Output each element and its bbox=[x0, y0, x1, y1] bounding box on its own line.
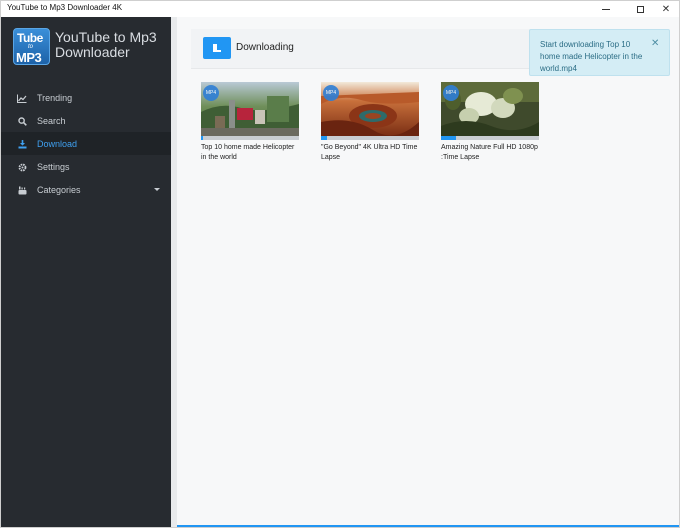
trending-icon bbox=[17, 93, 27, 103]
video-thumbnail[interactable]: MP4 bbox=[441, 82, 539, 136]
video-title: "Go Beyond" 4K Ultra HD Time Lapse bbox=[321, 144, 418, 161]
sidebar-item-settings[interactable]: Settings bbox=[1, 155, 171, 178]
download-card[interactable]: MP4 Top 10 home made Helicopter in the w… bbox=[201, 82, 299, 163]
download-icon bbox=[17, 139, 27, 149]
app-name: YouTube to Mp3 Downloader bbox=[55, 29, 157, 60]
progress-fill bbox=[321, 136, 327, 140]
gear-icon bbox=[17, 162, 27, 172]
logo-text: MP3 bbox=[16, 50, 42, 65]
minimize-button[interactable] bbox=[591, 1, 621, 17]
bottom-accent-line bbox=[177, 525, 679, 527]
sidebar-item-label: Download bbox=[37, 139, 78, 149]
sidebar-item-search[interactable]: Search bbox=[1, 109, 171, 132]
download-card[interactable]: MP4 Amazing Nature Full HD 1080p :Time L… bbox=[441, 82, 539, 163]
sidebar-item-label: Trending bbox=[37, 93, 73, 103]
progress-fill bbox=[201, 136, 203, 140]
app-logo: Tube to MP3 bbox=[13, 28, 50, 65]
minimize-icon bbox=[602, 8, 610, 10]
sidebar-item-download[interactable]: Download bbox=[1, 132, 171, 155]
sidebar-item-label: Search bbox=[37, 116, 66, 126]
download-progress-bar bbox=[321, 136, 419, 140]
video-thumbnail[interactable]: MP4 bbox=[201, 82, 299, 136]
close-button[interactable]: ✕ bbox=[651, 1, 680, 17]
download-list-icon bbox=[203, 37, 231, 59]
sidebar-item-label: Settings bbox=[37, 162, 70, 172]
toast-message: Start downloading Top 10 home made Helic… bbox=[540, 40, 643, 73]
format-badge: MP4 bbox=[323, 85, 339, 101]
download-progress-bar bbox=[201, 136, 299, 140]
main-content: Downloading MP4 Top 10 home made Helicop… bbox=[177, 17, 679, 527]
page-title: Downloading bbox=[236, 42, 294, 53]
title-bar: YouTube to Mp3 Downloader 4K ✕ bbox=[1, 1, 679, 17]
progress-fill bbox=[441, 136, 456, 140]
search-icon bbox=[17, 116, 27, 126]
video-thumbnail[interactable]: MP4 bbox=[321, 82, 419, 136]
window-title: YouTube to Mp3 Downloader 4K bbox=[7, 3, 123, 12]
format-badge: MP4 bbox=[443, 85, 459, 101]
download-progress-bar bbox=[441, 136, 539, 140]
youtube-icon bbox=[17, 185, 27, 195]
format-badge: MP4 bbox=[203, 85, 219, 101]
notification-toast: Start downloading Top 10 home made Helic… bbox=[529, 29, 670, 76]
video-title: Top 10 home made Helicopter in the world bbox=[201, 144, 295, 161]
sidebar-item-label: Categories bbox=[37, 185, 81, 195]
download-card[interactable]: MP4 "Go Beyond" 4K Ultra HD Time Lapse bbox=[321, 82, 419, 163]
logo-text: Tube bbox=[17, 31, 43, 45]
close-icon[interactable]: ✕ bbox=[651, 38, 659, 49]
app-window: YouTube to Mp3 Downloader 4K ✕ Tube to M… bbox=[0, 0, 680, 528]
sidebar-item-categories[interactable]: Categories bbox=[1, 178, 171, 201]
maximize-icon bbox=[636, 5, 644, 13]
chevron-down-icon bbox=[154, 188, 160, 191]
video-title: Amazing Nature Full HD 1080p :Time Lapse bbox=[441, 144, 538, 161]
sidebar-nav: Trending Search Download Settings Catego… bbox=[1, 86, 171, 201]
sidebar: Tube to MP3 YouTube to Mp3 Downloader Tr… bbox=[1, 17, 171, 527]
close-icon: ✕ bbox=[661, 3, 671, 15]
sidebar-item-trending[interactable]: Trending bbox=[1, 86, 171, 109]
